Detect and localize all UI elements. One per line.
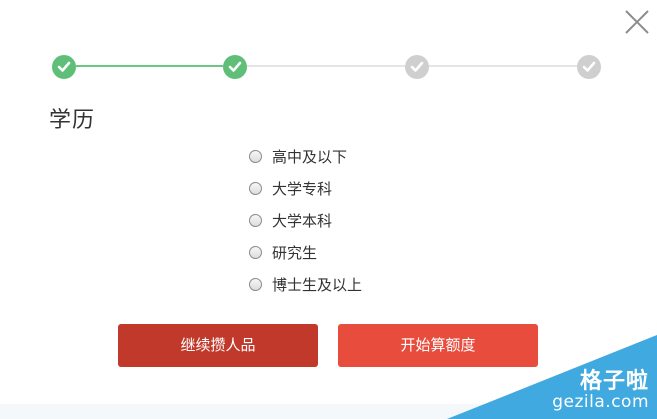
radio-button[interactable] — [249, 181, 262, 195]
option-bachelor[interactable]: 大学本科 — [249, 204, 362, 236]
radio-button[interactable] — [249, 213, 262, 227]
option-graduate[interactable]: 研究生 — [249, 236, 362, 268]
radio-button[interactable] — [249, 245, 262, 259]
step-4 — [577, 55, 601, 79]
check-icon — [57, 61, 71, 72]
check-icon — [582, 61, 596, 72]
close-icon — [625, 10, 649, 34]
radio-button[interactable] — [249, 277, 262, 291]
watermark-title: 格子啦 — [579, 369, 649, 394]
step-connector-1 — [76, 65, 223, 67]
option-doctorate[interactable]: 博士生及以上 — [249, 268, 362, 300]
check-icon — [410, 61, 424, 72]
credit-dialog: 学历 高中及以下 大学专科 大学本科 研究生 博士生及以上 继续攒人品 开始算额… — [0, 0, 657, 419]
education-radio-group: 高中及以下 大学专科 大学本科 研究生 博士生及以上 — [249, 140, 362, 300]
radio-button[interactable] — [249, 149, 262, 163]
option-label: 博士生及以上 — [272, 275, 363, 294]
continue-button[interactable]: 继续攒人品 — [118, 324, 318, 367]
section-title: 学历 — [49, 108, 96, 133]
option-label: 高中及以下 — [272, 147, 348, 166]
option-high-school[interactable]: 高中及以下 — [249, 140, 362, 172]
step-3 — [405, 55, 429, 79]
step-connector-3 — [429, 65, 577, 67]
check-icon — [228, 61, 242, 72]
watermark: 格子啦 gezila.com — [447, 335, 657, 419]
step-1 — [52, 55, 76, 79]
option-label: 研究生 — [272, 243, 318, 262]
option-junior-college[interactable]: 大学专科 — [249, 172, 362, 204]
option-label: 大学专科 — [272, 179, 333, 198]
step-connector-2 — [247, 65, 405, 67]
watermark-url: gezila.com — [552, 392, 649, 412]
step-2 — [223, 55, 247, 79]
option-label: 大学本科 — [272, 211, 333, 230]
close-button[interactable] — [623, 8, 651, 36]
